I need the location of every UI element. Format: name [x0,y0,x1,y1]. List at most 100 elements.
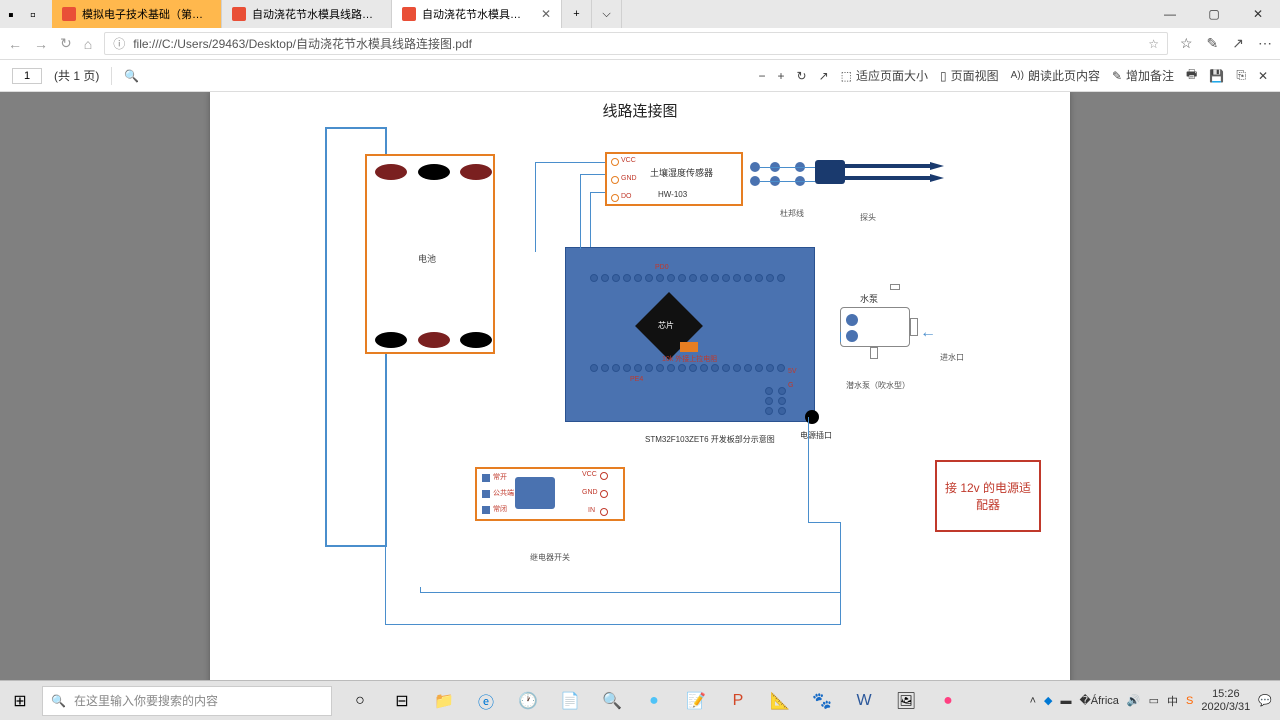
word-icon[interactable]: W [844,681,884,721]
back-button[interactable]: ← [8,36,22,52]
close-icon[interactable]: ✕ [541,7,551,21]
powerpoint-icon[interactable]: P [718,681,758,721]
cortana-icon[interactable]: ○ [340,681,380,721]
tab-0[interactable]: 模拟电子技术基础（第五版 [52,0,222,28]
app-icon[interactable]: ● [928,681,968,721]
add-note-button[interactable]: ✎ 增加备注 [1112,67,1174,84]
app-icon[interactable]: ● [634,681,674,721]
app-icon[interactable]: 🕐 [508,681,548,721]
pin-pe4: PE4 [630,376,643,383]
url-text: file:///C:/Users/29463/Desktop/自动浇花节水模具线… [133,35,472,52]
pdf-toolbar: (共 1 页) 🔍 − + ↻ ↗ ⬚ 适应页面大小 ▯ 页面视图 A)) 朗读… [0,60,1280,92]
fit-button[interactable]: ⬚ 适应页面大小 [841,67,928,84]
refresh-button[interactable]: ↻ [60,35,72,52]
pin-label: VCC [621,157,636,164]
tab-2-active[interactable]: 自动浇花节水模具线路连 ✕ [392,0,562,28]
relay-label-nc: 常闭 [493,504,507,514]
app-icon[interactable]: 🔍 [592,681,632,721]
relay-pin-com [482,490,490,498]
close-button[interactable]: ✕ [1236,0,1280,28]
draw-button[interactable]: ↗ [819,69,829,83]
zoom-out-button[interactable]: − [758,69,765,83]
favorites-icon[interactable]: ☆ [1180,35,1193,52]
pump-top [890,284,900,290]
probe [815,160,945,184]
relay-pin-vcc [600,472,608,480]
favorite-icon[interactable]: ☆ [1148,37,1159,51]
wire [535,162,536,252]
sensor-title: 土壤湿度传感器 [650,166,713,179]
sensor-pin-do [611,194,619,202]
separator [111,67,112,85]
water-in-label: 进水口 [940,352,964,363]
edge-icon[interactable]: ⓔ [466,681,506,721]
pdf-icon [62,7,76,21]
relay-pin-gnd [600,490,608,498]
notifications-icon[interactable]: 💬 [1258,694,1272,707]
battery-cell [375,332,407,348]
tray-icon[interactable]: S [1186,695,1193,707]
url-field[interactable]: ⓘ file:///C:/Users/29463/Desktop/自动浇花节水模… [104,32,1168,55]
page-input[interactable] [12,68,42,84]
search-box[interactable]: 🔍 在这里输入你要搜索的内容 [42,686,332,716]
volume-icon[interactable]: 🔊 [1127,694,1141,707]
tab-1[interactable]: 自动浇花节水模具线路连接 [222,0,392,28]
more-icon[interactable]: ⋯ [1258,35,1272,52]
tray-icon[interactable]: ◆ [1044,694,1052,707]
minimize-button[interactable]: — [1148,0,1192,28]
clock[interactable]: 15:26 2020/3/31 [1201,688,1250,712]
wifi-icon[interactable]: �África [1080,694,1119,707]
tray-chevron-icon[interactable]: ˄ [1030,695,1036,707]
pen-icon[interactable]: ✎ [1207,35,1219,52]
settings-icon[interactable]: ✕ [1258,69,1268,83]
battery-icon[interactable]: ▭ [1149,694,1159,707]
photos-icon[interactable]: 🖼 [886,681,926,721]
rotate-button[interactable]: ↻ [797,69,807,83]
ime-icon[interactable]: 中 [1167,693,1178,709]
sensor-pin-gnd [611,176,619,184]
maximize-button[interactable]: ▢ [1192,0,1236,28]
pageview-button[interactable]: ▯ 页面视图 [940,67,999,84]
share-icon[interactable]: ↗ [1232,35,1244,52]
wire [808,522,840,523]
pullup-resistor [680,342,698,352]
print-icon[interactable]: 🖶 [1186,65,1197,86]
connector-dot [750,162,760,172]
matlab-icon[interactable]: 📐 [760,681,800,721]
mcu-pin-row [590,364,785,374]
forward-button[interactable]: → [34,36,48,52]
wire [385,354,386,624]
explorer-icon[interactable]: 📁 [424,681,464,721]
probe-tip [930,162,944,170]
pump-terminal [846,330,858,342]
home-button[interactable]: ⌂ [84,36,92,52]
chip-label: 芯片 [658,320,674,331]
address-bar: ← → ↻ ⌂ ⓘ file:///C:/Users/29463/Desktop… [0,28,1280,60]
search-icon[interactable]: 🔍 [124,69,139,83]
pdf-viewer[interactable]: 线路连接图 电池 VCC GND DO 土壤湿度传感器 HW-103 [0,92,1280,692]
clock-time: 15:26 [1201,688,1250,700]
save-icon[interactable]: 💾 [1209,69,1224,83]
tray-icon[interactable]: ▬ [1061,695,1072,707]
mcu-pin-row [590,274,785,284]
read-aloud-button[interactable]: A)) 朗读此页内容 [1011,67,1100,84]
zoom-in-button[interactable]: + [777,69,784,83]
start-button[interactable]: ⊞ [0,681,40,721]
pump-outlet [910,318,918,336]
wire [535,162,605,163]
wire [580,174,605,175]
probe-tine [845,164,935,168]
battery-cell [418,332,450,348]
new-tab-button[interactable]: + [562,0,592,28]
relay-label: 继电器开关 [530,552,570,563]
app-icon[interactable]: 🐾 [802,681,842,721]
app-icon[interactable]: 📄 [550,681,590,721]
tab-menu-button[interactable]: ⌵ [592,0,622,28]
pump-terminal [846,314,858,326]
app-icon[interactable]: 📝 [676,681,716,721]
taskview-icon[interactable]: ⊟ [382,681,422,721]
arrow-icon: ← [920,324,936,342]
wire [840,522,841,625]
window-controls: — ▢ ✕ [1148,0,1280,28]
export-icon[interactable]: ⎘ [1236,68,1246,83]
